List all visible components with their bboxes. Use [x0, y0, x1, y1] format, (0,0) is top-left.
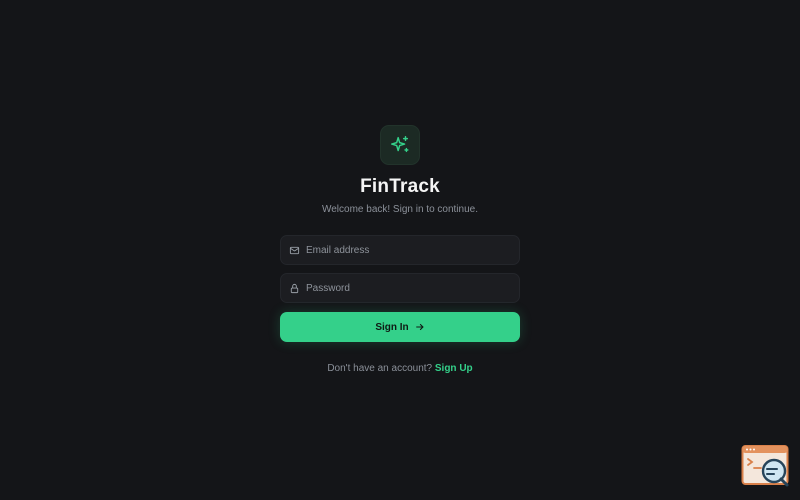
lock-icon — [288, 282, 300, 294]
feedback-widget-icon[interactable] — [741, 444, 791, 488]
sign-up-link[interactable]: Sign Up — [435, 363, 473, 374]
sparkles-icon — [391, 136, 409, 153]
email-field[interactable] — [280, 235, 520, 265]
login-page: FinTrack Welcome back! Sign in to contin… — [0, 0, 800, 500]
password-field[interactable] — [280, 273, 520, 303]
welcome-subtitle: Welcome back! Sign in to continue. — [321, 204, 478, 215]
signup-prompt: Don't have an account? Sign Up — [280, 363, 520, 374]
password-input[interactable] — [306, 282, 506, 294]
app-logo — [380, 125, 420, 165]
arrow-right-icon — [415, 322, 425, 332]
email-input[interactable] — [306, 244, 506, 256]
sign-in-button[interactable]: Sign In — [280, 312, 520, 342]
sign-in-label: Sign In — [375, 321, 409, 333]
mail-icon — [288, 244, 300, 256]
signup-prompt-text: Don't have an account? — [327, 363, 433, 374]
app-title: FinTrack — [360, 176, 440, 197]
